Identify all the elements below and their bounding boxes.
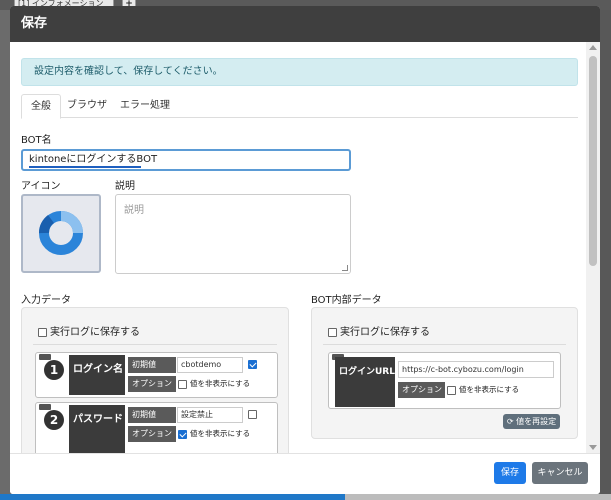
scroll-down-icon[interactable] (589, 445, 597, 450)
bot-name-label: BOT名 (21, 135, 52, 146)
checkbox-icon[interactable] (328, 327, 337, 337)
input-data-label: 入力データ (21, 295, 71, 306)
initial-value-label: 初期値 (128, 357, 176, 373)
checkbox-icon[interactable] (178, 379, 187, 389)
description-placeholder: 説明 (124, 205, 144, 216)
item-name: ログイン名 (69, 355, 125, 395)
tab-general[interactable]: 全般 (21, 94, 61, 119)
spellcheck-underline (29, 166, 141, 168)
option-label: オプション (128, 376, 176, 392)
save-dialog: 保存 設定内容を確認して、保存してください。 全般 ブラウザ エラー処理 BOT… (10, 6, 600, 494)
initial-value-label: 初期値 (128, 407, 176, 423)
checkbox-icon[interactable] (447, 385, 456, 395)
description-textarea[interactable]: 説明 (115, 194, 351, 274)
dialog-scrollbar[interactable] (586, 42, 600, 453)
drag-handle-icon[interactable] (39, 404, 51, 410)
tab-browser[interactable]: ブラウザ (58, 94, 116, 118)
login-url-name: ログインURL (335, 357, 395, 407)
description-label: 説明 (115, 181, 135, 192)
initial-value-checkbox[interactable] (248, 410, 257, 419)
hide-value-option[interactable]: 値を非表示にする (447, 384, 519, 396)
dialog-body: 設定内容を確認して、保存してください。 全般 ブラウザ エラー処理 BOT名 k… (10, 42, 586, 453)
initial-value-input[interactable]: 設定禁止 (177, 407, 243, 423)
initial-value-checkbox[interactable] (248, 360, 257, 369)
input-item-card: 1 ログイン名 初期値 cbotdemo オプション 値を非表示にする (35, 352, 278, 398)
info-alert: 設定内容を確認して、保存してください。 (21, 58, 578, 86)
option-label: オプション (128, 426, 176, 442)
drag-handle-icon[interactable] (39, 354, 51, 360)
internal-data-label: BOT内部データ (311, 295, 382, 306)
hide-value-option[interactable]: 値を非表示にする (178, 378, 250, 390)
background-bottom-bar (0, 494, 345, 500)
input-log-checkbox[interactable]: 実行ログに保存する (38, 323, 140, 338)
resize-handle-icon[interactable] (342, 265, 348, 271)
background-bottom-right (345, 494, 611, 500)
internal-log-checkbox[interactable]: 実行ログに保存する (328, 323, 430, 338)
divider (33, 344, 277, 345)
checkbox-icon[interactable] (38, 327, 47, 337)
input-item-card: 2 パスワード 初期値 設定禁止 オプション 値を非表示にする (35, 402, 278, 453)
dialog-footer: 保存 キャンセル (10, 453, 600, 494)
login-url-input[interactable]: https://c-bot.cybozu.com/login (398, 361, 554, 378)
tab-error-handling[interactable]: エラー処理 (111, 94, 179, 118)
bot-icon-picker[interactable] (21, 194, 101, 273)
cancel-button[interactable]: キャンセル (532, 462, 588, 484)
save-button[interactable]: 保存 (494, 462, 526, 484)
settings-tabs: 全般 ブラウザ エラー処理 (21, 94, 578, 119)
hide-value-option[interactable]: 値を非表示にする (178, 428, 250, 440)
input-data-panel: 実行ログに保存する 1 ログイン名 初期値 cbotdemo オプション 値を非… (21, 307, 289, 453)
item-number: 2 (44, 410, 64, 430)
scroll-thumb[interactable] (589, 56, 597, 266)
item-number: 1 (44, 360, 64, 380)
checkbox-icon[interactable] (178, 429, 187, 439)
icon-label: アイコン (21, 181, 61, 192)
initial-value-input[interactable]: cbotdemo (177, 357, 243, 373)
internal-item-card: ログインURL https://c-bot.cybozu.com/login オ… (328, 352, 561, 409)
refresh-icon: ⟳ (506, 417, 517, 426)
divider (323, 344, 566, 345)
dialog-title: 保存 (10, 6, 600, 42)
option-label: オプション (398, 382, 445, 398)
bot-logo-icon (39, 211, 83, 255)
internal-data-panel: 実行ログに保存する ログインURL https://c-bot.cybozu.c… (311, 307, 578, 439)
scroll-up-icon[interactable] (589, 45, 597, 50)
item-name: パスワード (69, 405, 125, 453)
reset-value-button[interactable]: ⟳ 値を再設定 (503, 414, 560, 429)
